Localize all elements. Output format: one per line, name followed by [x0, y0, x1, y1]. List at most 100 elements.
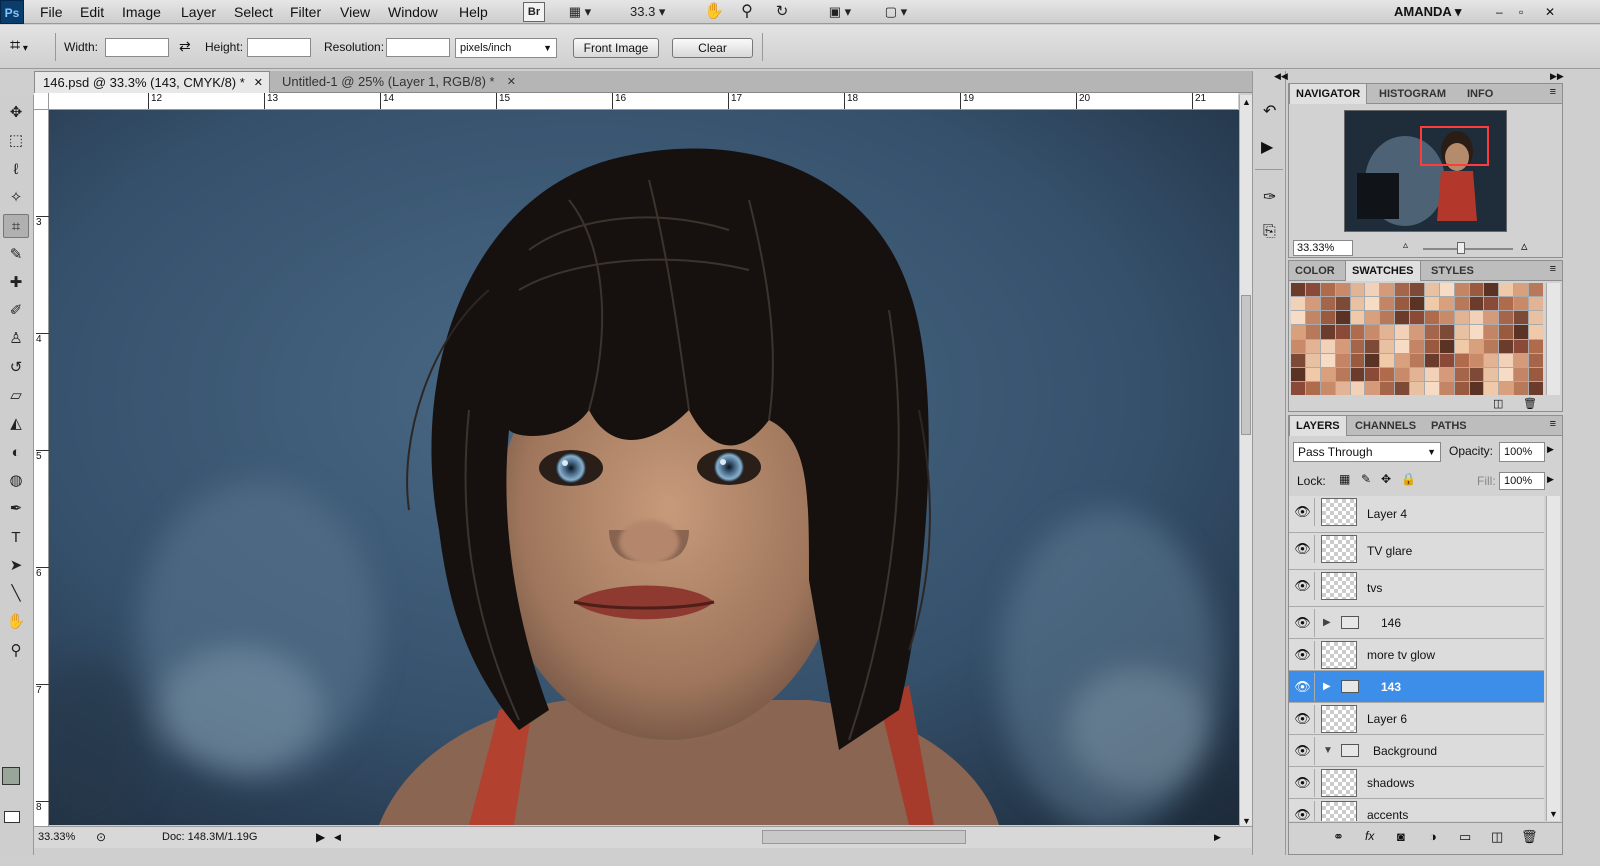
swatch[interactable] [1454, 381, 1469, 395]
tab-histogram[interactable]: HISTOGRAM [1373, 84, 1452, 104]
swatch[interactable] [1320, 367, 1335, 381]
layer-row[interactable]: 👁 Layer 4 [1289, 496, 1544, 533]
layer-row[interactable]: 👁 tvs [1289, 570, 1544, 607]
swatch[interactable] [1410, 353, 1424, 367]
swatch[interactable] [1424, 325, 1439, 339]
swatch[interactable] [1350, 381, 1365, 395]
swatch[interactable] [1365, 325, 1380, 339]
tab-info[interactable]: INFO [1461, 84, 1499, 104]
menu-help[interactable]: Help [459, 0, 488, 24]
scroll-up-icon[interactable]: ▲ [1242, 97, 1251, 107]
layer-row[interactable]: 👁 accents [1289, 799, 1544, 821]
swatch[interactable] [1499, 381, 1514, 395]
swatch[interactable] [1365, 339, 1380, 353]
swatch[interactable] [1291, 297, 1305, 311]
arrange-documents-icon[interactable]: ▣ ▾ [820, 2, 860, 22]
crop-tool-icon[interactable]: ⌗ [3, 214, 29, 239]
swatch[interactable] [1454, 325, 1469, 339]
hand-icon[interactable]: ✋ [703, 2, 725, 22]
scroll-thumb[interactable] [1241, 295, 1251, 435]
swatch[interactable] [1335, 283, 1350, 297]
clone-source-icon[interactable]: ⎘ [1263, 223, 1276, 241]
swatch[interactable] [1529, 381, 1543, 395]
swatch[interactable] [1380, 297, 1395, 311]
foreground-color-swatch[interactable] [2, 767, 20, 785]
tab-navigator[interactable]: NAVIGATOR [1289, 84, 1368, 104]
swatch[interactable] [1365, 353, 1380, 367]
lock-position-icon[interactable]: ✥ [1381, 472, 1391, 486]
visibility-eye-icon[interactable]: 👁 [1291, 535, 1315, 563]
menu-view[interactable]: View [340, 0, 370, 24]
swatch[interactable] [1335, 311, 1350, 325]
swatch[interactable] [1350, 297, 1365, 311]
swatch[interactable] [1484, 339, 1499, 353]
swatch[interactable] [1529, 353, 1543, 367]
swatch[interactable] [1454, 297, 1469, 311]
layer-row[interactable]: 👁 TV glare [1289, 533, 1544, 570]
swatch[interactable] [1320, 339, 1335, 353]
scroll-right-icon[interactable]: ▶ [1214, 827, 1221, 847]
ruler-origin[interactable] [34, 93, 49, 110]
swatch[interactable] [1499, 353, 1514, 367]
swatch[interactable] [1469, 283, 1484, 297]
tab-paths[interactable]: PATHS [1425, 416, 1473, 436]
swatch[interactable] [1305, 367, 1320, 381]
layer-row[interactable]: 👁 ▼ Background [1289, 735, 1544, 767]
navigator-zoom-field[interactable]: 33.33% [1293, 240, 1353, 256]
blend-mode-select[interactable]: Pass Through ▼ [1293, 442, 1441, 462]
swatch[interactable] [1514, 353, 1529, 367]
lock-transparency-icon[interactable]: ▦ [1339, 472, 1350, 486]
history-brush-tool-icon[interactable]: ↺ [3, 356, 29, 380]
swatch[interactable] [1410, 367, 1424, 381]
visibility-eye-icon[interactable]: 👁 [1291, 801, 1315, 821]
resolution-field[interactable] [386, 38, 450, 57]
swatch[interactable] [1380, 339, 1395, 353]
swatch[interactable] [1291, 283, 1305, 297]
swatch[interactable] [1335, 381, 1350, 395]
swatch[interactable] [1320, 297, 1335, 311]
swatch[interactable] [1499, 339, 1514, 353]
swatch[interactable] [1380, 353, 1395, 367]
swatch[interactable] [1469, 297, 1484, 311]
swatch[interactable] [1335, 339, 1350, 353]
swatch[interactable] [1454, 283, 1469, 297]
swatch[interactable] [1291, 353, 1305, 367]
swatch[interactable] [1291, 381, 1305, 395]
swatch[interactable] [1469, 311, 1484, 325]
swatch[interactable] [1395, 311, 1410, 325]
swatch[interactable] [1424, 367, 1439, 381]
swatch[interactable] [1499, 325, 1514, 339]
actions-icon[interactable]: ▶ [1261, 137, 1273, 157]
swatch[interactable] [1439, 311, 1454, 325]
swatch[interactable] [1499, 297, 1514, 311]
path-select-tool-icon[interactable]: ➤ [3, 554, 29, 578]
swatch[interactable] [1305, 381, 1320, 395]
menu-window[interactable]: Window [388, 0, 438, 24]
swatch[interactable] [1320, 283, 1335, 297]
tab-layers[interactable]: LAYERS [1289, 416, 1347, 436]
lock-image-icon[interactable]: ✎ [1361, 472, 1371, 486]
swatch[interactable] [1424, 339, 1439, 353]
width-field[interactable] [105, 38, 169, 57]
sponge-tool-icon[interactable]: ◍ [3, 469, 29, 493]
collapse-panels-icon[interactable]: ◀◀ [1274, 71, 1288, 82]
scroll-down-icon[interactable]: ▼ [1242, 816, 1251, 826]
swatch[interactable] [1454, 339, 1469, 353]
swatch[interactable] [1320, 311, 1335, 325]
tab-color[interactable]: COLOR [1289, 261, 1341, 281]
swatch[interactable] [1410, 283, 1424, 297]
status-menu-arrow-icon[interactable]: ▶ [316, 827, 325, 847]
clear-button[interactable]: Clear [672, 38, 753, 58]
swatch[interactable] [1410, 339, 1424, 353]
delete-swatch-icon[interactable]: 🗑 [1523, 397, 1537, 410]
swatch[interactable] [1454, 353, 1469, 367]
swatch[interactable] [1365, 311, 1380, 325]
swatch[interactable] [1380, 381, 1395, 395]
swatch[interactable] [1469, 353, 1484, 367]
swatch[interactable] [1469, 339, 1484, 353]
visibility-eye-icon[interactable]: 👁 [1291, 737, 1315, 765]
swatch[interactable] [1424, 353, 1439, 367]
close-icon[interactable]: ✕ [254, 72, 263, 94]
swatch[interactable] [1305, 353, 1320, 367]
layer-row[interactable]: 👁 more tv glow [1289, 639, 1544, 671]
